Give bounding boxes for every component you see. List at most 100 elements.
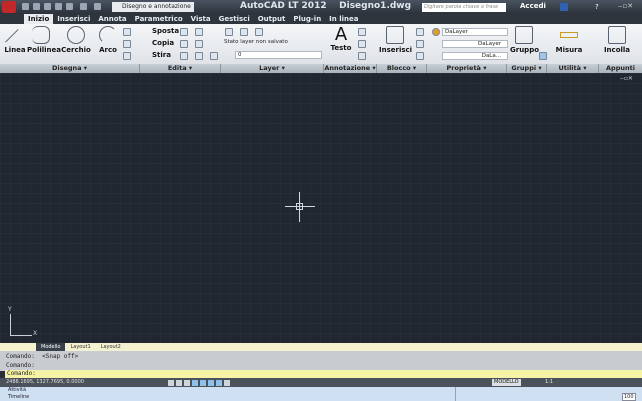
- command-history: Comando: <Snap off> Comando:: [0, 351, 642, 371]
- move-button[interactable]: Sposta: [152, 27, 179, 35]
- polyline-label: Polilinea: [27, 46, 61, 54]
- application-menu-button[interactable]: [2, 1, 16, 13]
- layer-isolate-icon[interactable]: [240, 28, 248, 36]
- drawing-area[interactable]: [0, 73, 642, 343]
- measure-icon: [560, 32, 578, 38]
- annotation-scale[interactable]: 1:1: [545, 379, 553, 385]
- table-icon[interactable]: [358, 52, 366, 60]
- dyn-toggle[interactable]: [216, 380, 222, 386]
- circle-icon: [67, 26, 85, 44]
- circle-button[interactable]: Cerchio: [61, 26, 91, 54]
- panel-item-timeline[interactable]: Timeline: [8, 394, 29, 400]
- tab-model[interactable]: Modello: [36, 343, 66, 351]
- lineweight-dropdown[interactable]: DaLa...: [442, 52, 508, 60]
- mirror-icon[interactable]: [180, 40, 188, 48]
- command-input[interactable]: Comando:: [5, 370, 642, 378]
- tab-parametrico[interactable]: Parametrico: [131, 14, 187, 24]
- layer-freeze-icon[interactable]: [255, 28, 263, 36]
- tab-plugin[interactable]: Plug-in: [289, 14, 325, 24]
- hatch-icon[interactable]: [123, 40, 131, 48]
- measure-button[interactable]: Misura: [555, 26, 583, 54]
- ortho-toggle[interactable]: [184, 380, 190, 386]
- polar-toggle[interactable]: [192, 380, 198, 386]
- snap-toggle[interactable]: [168, 380, 174, 386]
- panel-properties[interactable]: Proprietà ▾: [427, 64, 507, 73]
- tab-gestisci[interactable]: Gestisci: [215, 14, 254, 24]
- text-button[interactable]: A Testo: [330, 26, 352, 53]
- insert-icon: [386, 26, 404, 44]
- divider: [455, 387, 456, 401]
- save-icon[interactable]: [44, 3, 51, 10]
- scale-icon[interactable]: [180, 52, 188, 60]
- open-icon[interactable]: [33, 3, 40, 10]
- new-icon[interactable]: [22, 3, 29, 10]
- help-icon[interactable]: ?: [595, 3, 599, 11]
- panel-draw[interactable]: Disegna ▾: [0, 64, 140, 73]
- panel-modify[interactable]: Edita ▾: [140, 64, 221, 73]
- rectangle-icon[interactable]: [123, 28, 131, 36]
- create-block-icon[interactable]: [416, 28, 424, 36]
- login-button[interactable]: Accedi: [520, 2, 546, 10]
- tab-inizio[interactable]: Inizio: [24, 14, 54, 24]
- save-as-icon[interactable]: [55, 3, 62, 10]
- grid-toggle[interactable]: [176, 380, 182, 386]
- viewport-controls[interactable]: ‒▫✕: [620, 75, 633, 82]
- array-icon[interactable]: [195, 52, 203, 60]
- line-button[interactable]: Linea: [4, 26, 26, 54]
- paste-label: Incolla: [603, 46, 631, 54]
- current-layer-dropdown[interactable]: 0: [235, 51, 322, 59]
- osnap-toggle[interactable]: [200, 380, 206, 386]
- tab-layout1[interactable]: Layout1: [65, 343, 95, 351]
- panel-utilities[interactable]: Utilità ▾: [547, 64, 599, 73]
- rotate-icon[interactable]: [180, 28, 188, 36]
- ribbon-group-labels: Disegna ▾ Edita ▾ Layer ▾ Annotazione ▾ …: [0, 64, 642, 73]
- otrack-toggle[interactable]: [208, 380, 214, 386]
- panel-block[interactable]: Blocco ▾: [377, 64, 427, 73]
- workspace-dropdown[interactable]: Disegno e annotazione: [112, 2, 194, 12]
- color-dropdown[interactable]: DaLayer: [442, 28, 508, 36]
- erase-icon[interactable]: [210, 52, 218, 60]
- linetype-dropdown[interactable]: DaLayer: [442, 40, 508, 48]
- search-input[interactable]: Digitare parola chiave o frase: [422, 3, 506, 12]
- undo-icon[interactable]: [80, 3, 87, 10]
- region-icon[interactable]: [123, 52, 131, 60]
- title-bar: Disegno e annotazione AutoCAD LT 2012 Di…: [0, 0, 642, 14]
- tab-output[interactable]: Output: [254, 14, 290, 24]
- attribute-icon[interactable]: [416, 52, 424, 60]
- dimension-icon[interactable]: [358, 28, 366, 36]
- arc-label: Arco: [99, 46, 117, 54]
- insert-block-button[interactable]: Inserisci: [379, 26, 412, 54]
- redo-icon[interactable]: [94, 3, 101, 10]
- lineweight-toggle[interactable]: [224, 380, 230, 386]
- layer-properties-icon[interactable]: [225, 28, 233, 36]
- stretch-button[interactable]: Stira: [152, 51, 171, 59]
- edit-block-icon[interactable]: [416, 40, 424, 48]
- arc-button[interactable]: Arco: [97, 26, 119, 54]
- zoom-level[interactable]: 100: [622, 393, 636, 401]
- tab-annota[interactable]: Annota: [94, 14, 130, 24]
- window-title: AutoCAD LT 2012 Disegno1.dwg: [240, 1, 412, 11]
- exchange-icon[interactable]: [560, 3, 568, 11]
- group-button[interactable]: Gruppo: [510, 26, 539, 54]
- print-icon[interactable]: [66, 3, 73, 10]
- color-icon: [432, 28, 440, 36]
- panel-item-activities[interactable]: Attività: [8, 387, 26, 393]
- copy-button[interactable]: Copia: [152, 39, 174, 47]
- trim-icon[interactable]: [195, 28, 203, 36]
- tab-layout2[interactable]: Layout2: [96, 343, 126, 351]
- panel-groups[interactable]: Gruppi ▾: [507, 64, 547, 73]
- tab-in-linea[interactable]: In linea: [325, 14, 362, 24]
- polyline-button[interactable]: Polilinea: [27, 26, 61, 54]
- leader-icon[interactable]: [358, 40, 366, 48]
- group-selection-icon[interactable]: [539, 52, 547, 60]
- tab-vista[interactable]: Vista: [187, 14, 215, 24]
- panel-layer[interactable]: Layer ▾: [221, 64, 324, 73]
- panel-clipboard[interactable]: Appunti: [599, 64, 642, 73]
- tab-inserisci[interactable]: Inserisci: [53, 14, 94, 24]
- paste-button[interactable]: Incolla: [603, 26, 631, 54]
- window-controls[interactable]: ‒▫✕: [618, 2, 633, 10]
- layer-state-dropdown[interactable]: Stato layer non salvato: [222, 39, 322, 47]
- panel-annotation[interactable]: Annotazione ▾: [324, 64, 377, 73]
- model-space-button[interactable]: MODELLO: [492, 379, 521, 386]
- fillet-icon[interactable]: [195, 40, 203, 48]
